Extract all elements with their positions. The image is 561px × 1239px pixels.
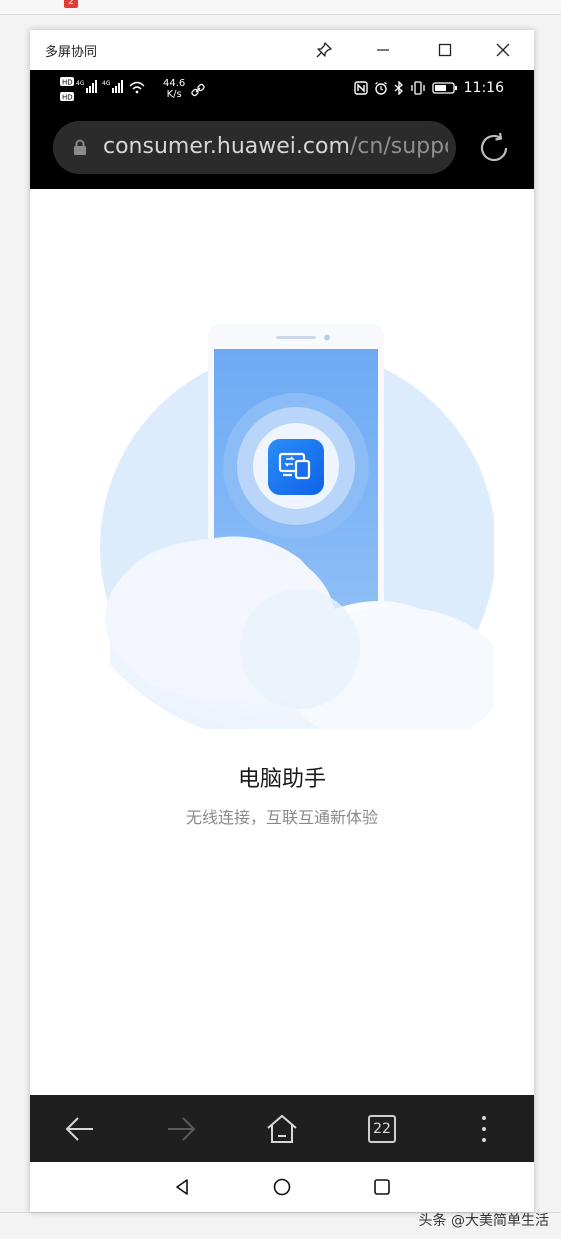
url-domain: consumer.huawei.com [103,134,350,159]
square-recents-icon [374,1179,390,1195]
phone-header: HD HD 4G 4G 44.6 K/s 11:16 consumer.huaw… [30,70,534,189]
network-status-icon: HD HD 4G 4G [60,77,145,102]
triangle-back-icon [176,1179,188,1195]
window-title: 多屏协同 [45,45,98,60]
notification-badge: 2 [64,0,78,8]
arrow-left-icon [65,1116,93,1141]
vibrate-icon [410,81,425,95]
home-icon [267,1114,297,1143]
arrow-right-icon [168,1116,196,1141]
refresh-icon[interactable] [476,130,512,166]
tab-count: 22 [368,1114,396,1143]
minimize-icon [377,49,389,51]
nfc-icon [353,81,368,95]
page-content: 电脑助手 无线连接，互联互通新体验 [30,189,534,1095]
back-button[interactable] [30,1095,130,1162]
alarm-icon [374,82,387,95]
multi-screen-window: 多屏协同 HD HD 4G 4G 44.6 K/s 11:16 consumer… [30,30,534,1212]
pin-button[interactable] [302,30,346,70]
url-path: /cn/support [349,134,448,159]
page-title: 电脑助手 [237,767,326,792]
pc-assistant-illustration [100,324,494,729]
pin-icon [316,42,332,58]
svg-text:4G: 4G [102,80,111,87]
status-bar-right: 11:16 [353,80,504,96]
minimize-button[interactable] [361,30,405,70]
status-bar-left: HD HD 4G 4G [60,76,210,109]
svg-text:4G: 4G [76,80,85,87]
browser-nav-bar: 22 [30,1095,534,1162]
maximize-icon [438,43,452,57]
clock: 11:16 [463,80,504,96]
window-titlebar[interactable]: 多屏协同 [30,30,534,70]
address-bar[interactable]: consumer.huawei.com/cn/support [53,121,456,174]
system-back-button[interactable] [152,1162,212,1212]
speed-value: 44.6 [163,78,186,89]
desktop-taskbar-fragment: 2 [0,0,561,15]
more-vertical-icon [482,1115,486,1142]
speed-unit: K/s [166,89,182,100]
tabs-button[interactable]: 22 [332,1095,432,1162]
url-text[interactable]: consumer.huawei.com/cn/support [103,134,448,159]
circle-home-icon [273,1178,291,1196]
system-nav-bar [30,1162,534,1212]
page-subtitle: 无线连接，互联互通新体验 [185,808,378,827]
forward-button[interactable] [131,1095,231,1162]
system-recents-button[interactable] [352,1162,412,1212]
watermark: 头条 @大美简单生活 [418,1213,549,1229]
battery-icon [431,82,457,94]
link-icon [191,83,205,97]
close-icon [496,43,510,57]
bluetooth-icon [394,81,403,95]
network-speed: 44.6 K/s [163,78,185,100]
close-button[interactable] [481,30,525,70]
system-home-button[interactable] [252,1162,312,1212]
lock-icon [74,139,86,155]
svg-text:HD: HD [62,94,73,102]
maximize-button[interactable] [423,30,467,70]
home-button[interactable] [232,1095,332,1162]
menu-button[interactable] [434,1095,534,1162]
svg-text:HD: HD [62,79,73,87]
